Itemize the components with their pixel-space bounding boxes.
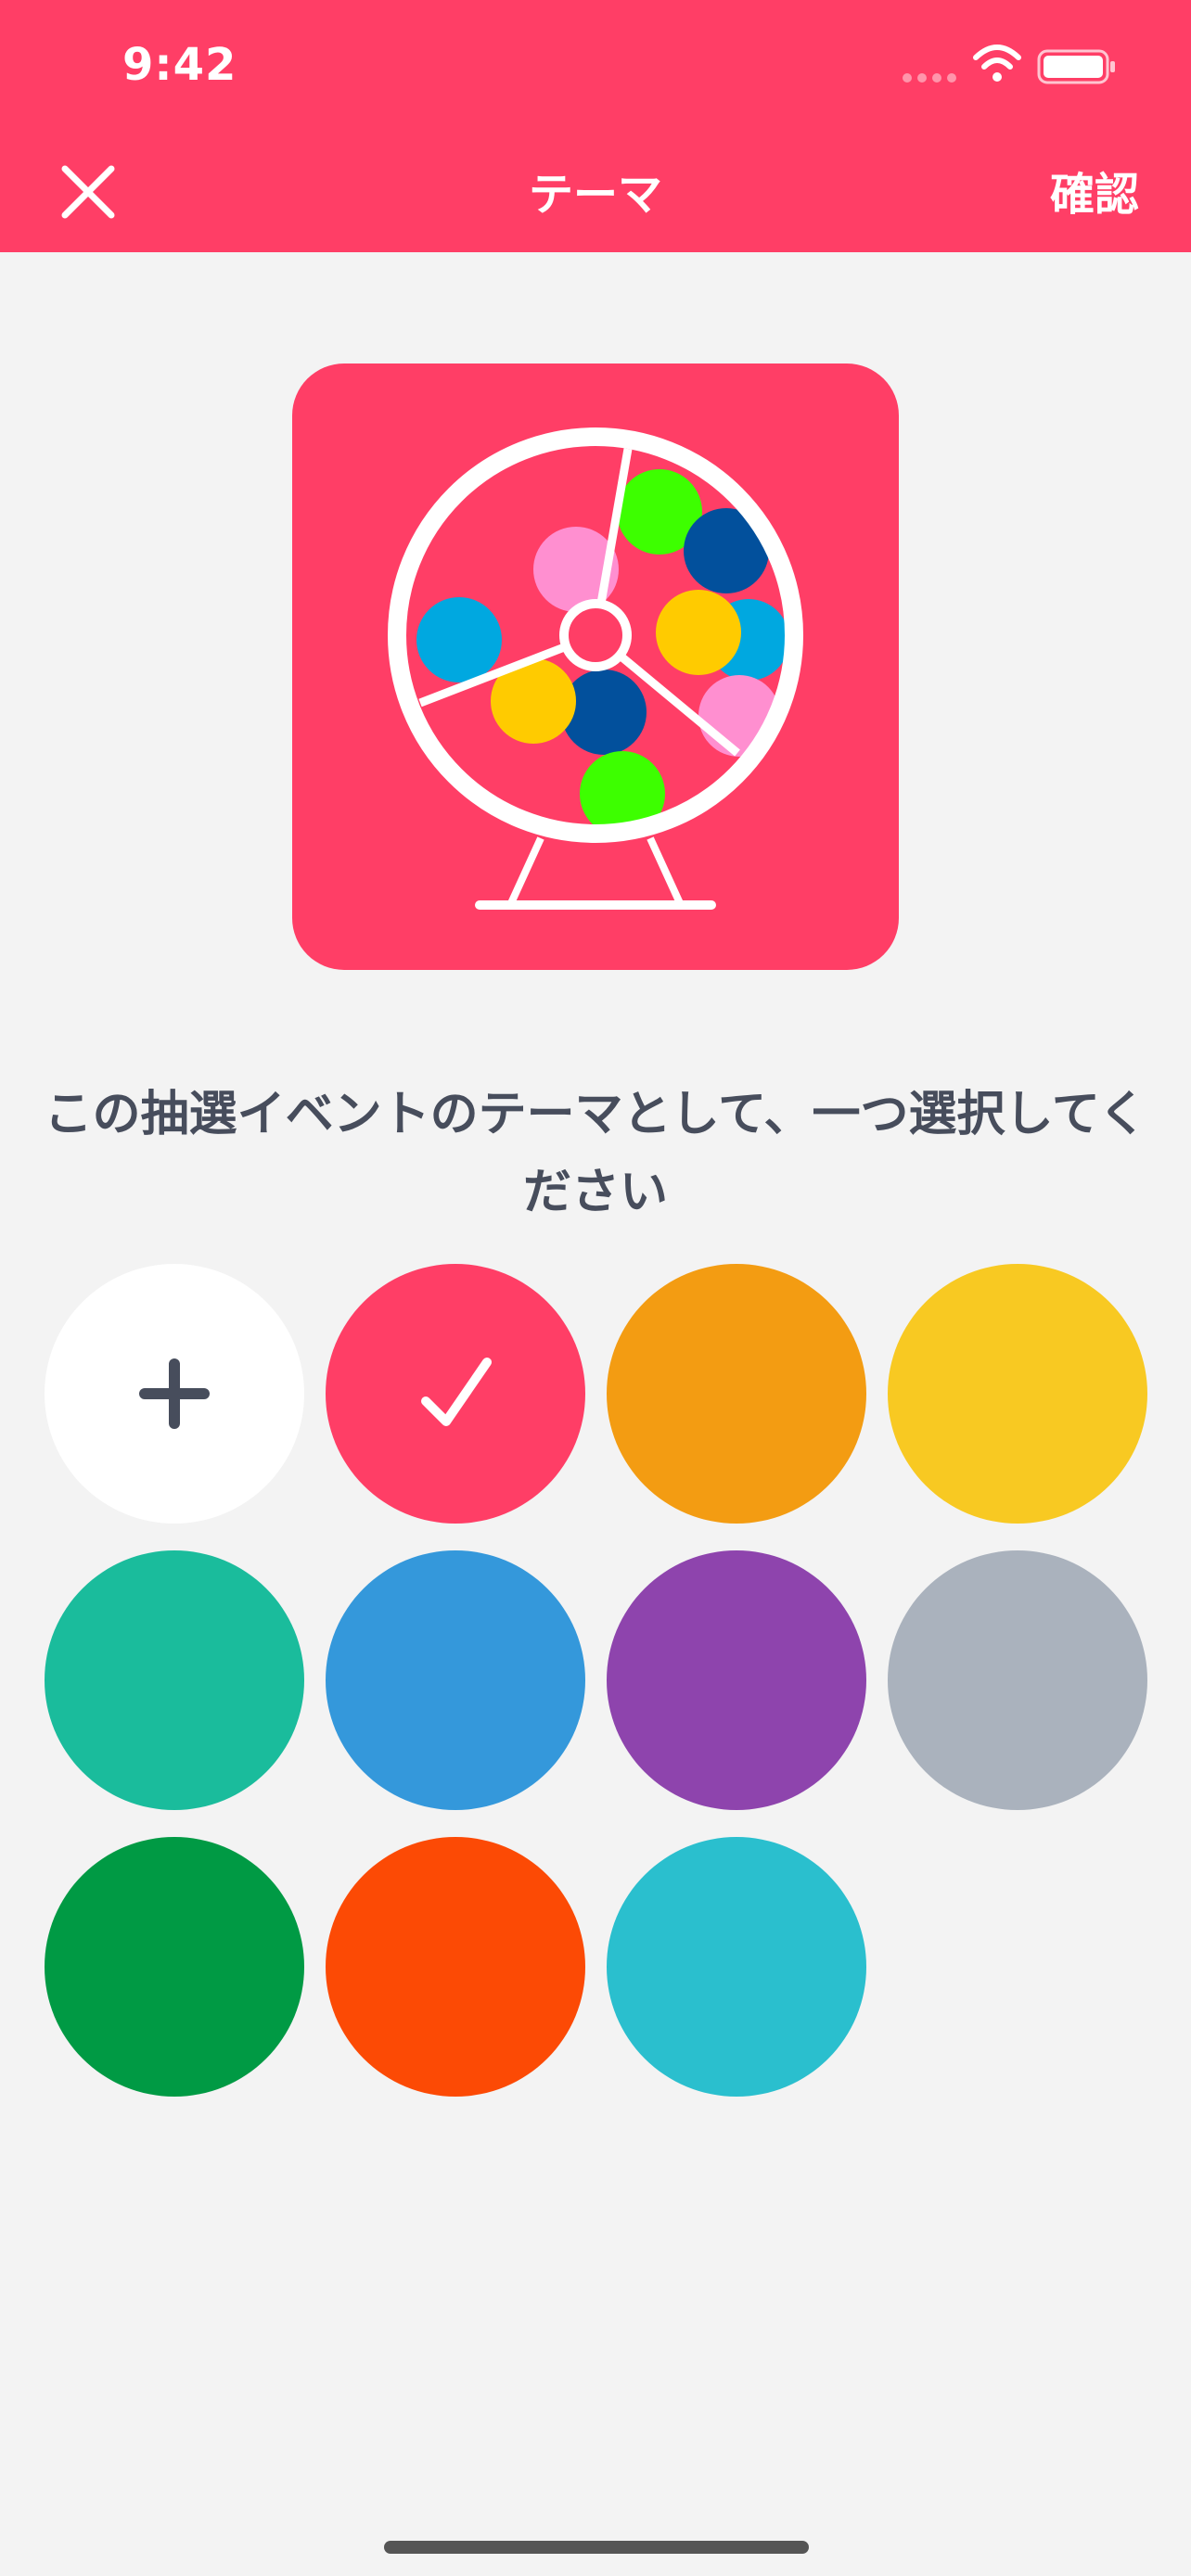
color-swatch-gray[interactable] <box>888 1550 1147 1810</box>
page-title: テーマ <box>528 169 662 221</box>
color-swatch-orange[interactable] <box>607 1264 866 1524</box>
lottery-wheel-illustration <box>388 427 803 910</box>
color-swatch-red-orange[interactable] <box>326 1837 585 2097</box>
wifi-icon <box>973 45 1021 82</box>
plus-icon <box>139 1358 210 1429</box>
header: 9:42 テーマ 確認 <box>0 0 1191 252</box>
theme-preview <box>292 363 899 970</box>
cellular-signal-icon <box>903 73 956 83</box>
color-swatch-purple[interactable] <box>607 1550 866 1810</box>
color-swatch-yellow[interactable] <box>888 1264 1147 1524</box>
checkmark-icon <box>421 1358 492 1426</box>
color-swatch-teal[interactable] <box>45 1550 304 1810</box>
home-indicator[interactable] <box>384 2541 809 2554</box>
instruction-text: この抽選イベントのテーマとして、一つ選択してください <box>44 1087 1147 1220</box>
confirm-button[interactable]: 確認 <box>1050 158 1139 223</box>
color-swatch-pink-selected[interactable] <box>326 1264 585 1524</box>
status-time: 9:42 <box>122 39 237 91</box>
color-swatch-blue[interactable] <box>326 1550 585 1810</box>
battery-icon <box>1037 49 1115 84</box>
color-swatch-green[interactable] <box>45 1837 304 2097</box>
color-swatch-cyan[interactable] <box>607 1837 866 2097</box>
add-custom-color-button[interactable] <box>45 1264 304 1524</box>
